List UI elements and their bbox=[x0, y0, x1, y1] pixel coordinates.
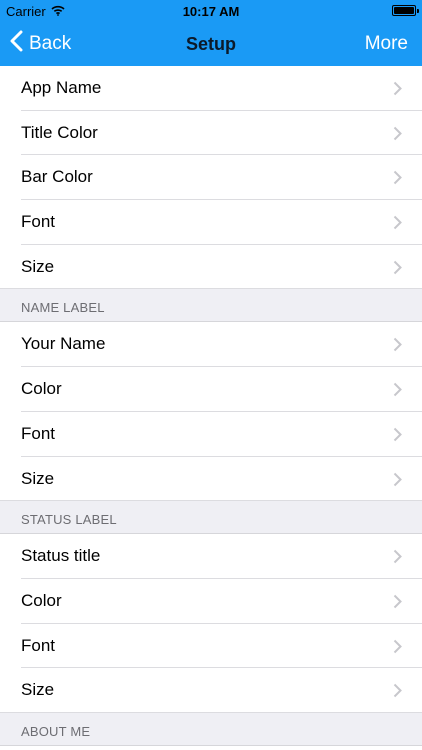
row-name-size[interactable]: Size bbox=[0, 456, 422, 502]
section-header-name-label: NAME LABEL bbox=[0, 289, 422, 323]
row-app-name[interactable]: App Name bbox=[0, 66, 422, 111]
row-label: App Name bbox=[21, 78, 102, 97]
row-status-title[interactable]: Status title bbox=[0, 534, 422, 579]
chevron-right-icon bbox=[393, 215, 402, 230]
row-label: Status title bbox=[21, 546, 101, 566]
settings-list: App Name Title Color Bar Color Font Size… bbox=[0, 66, 422, 746]
row-label: Font bbox=[21, 423, 56, 443]
row-status-color[interactable]: Color bbox=[0, 578, 422, 624]
chevron-right-icon bbox=[393, 260, 402, 274]
section-header-text: ABOUT ME bbox=[21, 723, 91, 739]
row-label: Size bbox=[21, 256, 55, 276]
row-label: Bar Color bbox=[21, 167, 93, 187]
row-label: Font bbox=[21, 212, 56, 232]
chevron-right-icon bbox=[393, 81, 402, 96]
chevron-right-icon bbox=[393, 338, 402, 352]
chevron-right-icon bbox=[393, 684, 402, 698]
row-label: Font bbox=[21, 635, 56, 655]
status-bar: Carrier 10:17 AM bbox=[0, 0, 422, 22]
row-label: Size bbox=[21, 468, 55, 488]
row-name-color[interactable]: Color bbox=[0, 367, 422, 412]
row-title-color[interactable]: Title Color bbox=[0, 110, 422, 156]
row-label: Title Color bbox=[21, 122, 98, 142]
row-label: Size bbox=[21, 680, 55, 700]
chevron-right-icon bbox=[393, 594, 402, 609]
chevron-right-icon bbox=[393, 549, 402, 564]
navigation-bar: Back Setup More bbox=[0, 22, 422, 66]
row-bar-color[interactable]: Bar Color bbox=[0, 155, 422, 201]
section-header-about-me: ABOUT ME bbox=[0, 712, 422, 746]
status-time: 10:17 AM bbox=[182, 4, 240, 19]
chevron-right-icon bbox=[393, 472, 402, 486]
row-label: Your Name bbox=[21, 334, 106, 354]
chevron-right-icon bbox=[393, 382, 402, 397]
page-title: Setup bbox=[185, 34, 236, 54]
row-name-font[interactable]: Font bbox=[0, 411, 422, 457]
row-label: Color bbox=[21, 590, 62, 610]
battery-icon bbox=[392, 5, 419, 16]
section-header-text: NAME LABEL bbox=[21, 300, 105, 316]
row-label: Color bbox=[21, 379, 62, 399]
chevron-right-icon bbox=[393, 639, 402, 653]
row-size[interactable]: Size bbox=[0, 244, 422, 290]
chevron-right-icon bbox=[393, 171, 402, 185]
row-your-name[interactable]: Your Name bbox=[0, 322, 422, 368]
section-header-text: STATUS LABEL bbox=[21, 512, 117, 528]
chevron-right-icon bbox=[393, 126, 402, 140]
row-status-size[interactable]: Size bbox=[0, 668, 422, 713]
more-button[interactable]: More bbox=[365, 22, 408, 66]
row-font[interactable]: Font bbox=[0, 200, 422, 245]
chevron-right-icon bbox=[393, 427, 402, 442]
row-status-font[interactable]: Font bbox=[0, 623, 422, 669]
section-header-status-label: STATUS LABEL bbox=[0, 501, 422, 535]
